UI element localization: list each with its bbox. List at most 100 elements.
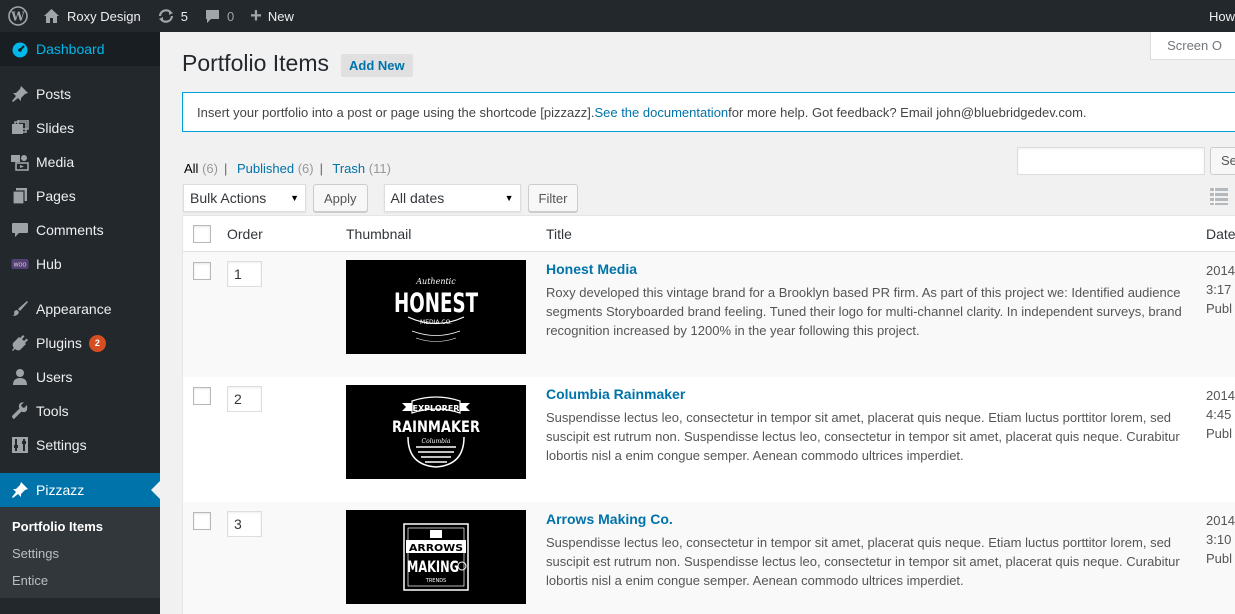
- sidebar-item-users[interactable]: Users: [0, 360, 160, 394]
- order-cell: 1: [227, 252, 346, 377]
- sidebar-item-comments[interactable]: Comments: [0, 213, 160, 247]
- thumbnail-image[interactable]: Authentic HONEST MEDIA CO.: [346, 260, 526, 354]
- wrench-icon: [10, 401, 30, 421]
- sidebar-item-plugins[interactable]: Plugins 2: [0, 326, 160, 360]
- column-header-title[interactable]: Title: [546, 226, 1206, 242]
- column-header-thumbnail: Thumbnail: [346, 225, 412, 242]
- filter-trash-count: (11): [368, 161, 391, 176]
- home-icon: [43, 8, 60, 24]
- date-value: 2014: [1206, 263, 1235, 278]
- date-cell: 2014 4:45 Publ: [1206, 377, 1235, 502]
- row-checkbox[interactable]: [193, 387, 211, 405]
- table-row: 3 ARROWS MAKING TRENDS Arrows Making Co.…: [183, 502, 1235, 614]
- search-button[interactable]: Se: [1210, 147, 1235, 175]
- bulk-actions-value: Bulk Actions: [190, 190, 267, 206]
- updates-link[interactable]: 5: [149, 0, 196, 32]
- add-new-button[interactable]: Add New: [341, 53, 413, 77]
- sidebar-item-label: Posts: [36, 86, 72, 102]
- status-value: Publ: [1206, 426, 1233, 441]
- logo-main-text: MAKING: [407, 557, 459, 576]
- sidebar-item-settings[interactable]: Settings: [0, 428, 160, 462]
- column-header-order[interactable]: Order: [227, 226, 346, 242]
- select-all-checkbox[interactable]: [193, 224, 211, 243]
- title-cell: Columbia Rainmaker Suspendisse lectus le…: [546, 377, 1206, 502]
- date-value: 2014: [1206, 513, 1235, 528]
- row-checkbox[interactable]: [193, 262, 211, 280]
- sidebar-item-media[interactable]: Media: [0, 145, 160, 179]
- arrows-making-logo: ARROWS MAKING TRENDS: [403, 523, 469, 591]
- filter-button[interactable]: Filter: [527, 184, 579, 212]
- page-heading: Portfolio Items Add New: [182, 50, 413, 77]
- list-view-icon[interactable]: [1210, 187, 1228, 208]
- sidebar-item-dashboard[interactable]: Dashboard: [0, 32, 160, 66]
- admin-bar: W Roxy Design 5 0 + New How: [0, 0, 1235, 32]
- filter-published-link[interactable]: Published: [237, 161, 294, 176]
- thumbnail-image[interactable]: EXPLORER RAINMAKER Columbia: [346, 385, 526, 479]
- time-value: 3:17: [1206, 282, 1232, 297]
- filter-trash-link[interactable]: Trash: [332, 161, 365, 176]
- portfolio-title-link[interactable]: Honest Media: [546, 261, 1196, 277]
- bulk-actions-select[interactable]: Bulk Actions ▼: [183, 184, 306, 212]
- column-header-date[interactable]: Date: [1206, 226, 1235, 242]
- dates-select[interactable]: All dates ▼: [383, 184, 521, 212]
- screen-options-button[interactable]: Screen O: [1150, 32, 1235, 60]
- page-title: Portfolio Items: [182, 50, 329, 76]
- logo-top-text: EXPLORER: [413, 404, 460, 413]
- sidebar-item-label: Slides: [36, 120, 75, 136]
- row-checkbox-cell: [183, 502, 227, 614]
- submenu-item-entice[interactable]: Entice: [0, 567, 160, 594]
- wordpress-logo-icon[interactable]: W: [0, 0, 35, 32]
- title-cell: Arrows Making Co. Suspendisse lectus leo…: [546, 502, 1206, 614]
- documentation-link[interactable]: See the documentation: [594, 105, 728, 120]
- order-input[interactable]: 2: [227, 386, 262, 412]
- apply-button[interactable]: Apply: [313, 184, 368, 212]
- sidebar-item-appearance[interactable]: Appearance: [0, 292, 160, 326]
- portfolio-description: Roxy developed this vintage brand for a …: [546, 285, 1182, 338]
- submenu-item-settings[interactable]: Settings: [0, 540, 160, 567]
- thumbnail-image[interactable]: ARROWS MAKING TRENDS: [346, 510, 526, 604]
- sidebar-item-posts[interactable]: Posts: [0, 77, 160, 111]
- dashboard-icon: [10, 39, 30, 59]
- woo-icon: WOO: [10, 254, 30, 274]
- sidebar-item-label: Pizzazz: [36, 482, 85, 498]
- updates-count: 5: [180, 8, 188, 24]
- order-cell: 3: [227, 502, 346, 614]
- sidebar-item-label: Appearance: [36, 301, 112, 317]
- order-input[interactable]: 3: [227, 511, 262, 537]
- sidebar-item-tools[interactable]: Tools: [0, 394, 160, 428]
- filter-published-count: (6): [297, 161, 314, 176]
- search-input[interactable]: [1017, 147, 1205, 175]
- menu-separator: [0, 462, 160, 473]
- new-label: New: [267, 8, 294, 24]
- comments-link[interactable]: 0: [196, 0, 242, 32]
- submenu-item-portfolio-items[interactable]: Portfolio Items: [0, 513, 160, 540]
- sidebar-item-slides[interactable]: Slides: [0, 111, 160, 145]
- table-header: Order Thumbnail Title Date: [183, 216, 1235, 252]
- sidebar-item-label: Users: [36, 369, 73, 385]
- portfolio-description: Suspendisse lectus leo, consectetur in t…: [546, 535, 1180, 588]
- dates-value: All dates: [390, 190, 445, 206]
- site-name-link[interactable]: Roxy Design: [35, 0, 149, 32]
- filter-all-link[interactable]: All: [184, 161, 198, 176]
- portfolio-title-link[interactable]: Columbia Rainmaker: [546, 386, 1196, 402]
- portfolio-title-link[interactable]: Arrows Making Co.: [546, 511, 1196, 527]
- sidebar-item-hub[interactable]: WOO Hub: [0, 247, 160, 281]
- table-nav: Bulk Actions ▼ Apply All dates ▼ Filter: [183, 184, 579, 212]
- portfolio-description: Suspendisse lectus leo, consectetur in t…: [546, 410, 1180, 463]
- sidebar-item-pages[interactable]: Pages: [0, 179, 160, 213]
- howdy-account-link[interactable]: How: [1201, 0, 1235, 32]
- sidebar-item-label: Tools: [36, 403, 69, 419]
- logo-sub-text: TRENDS: [425, 578, 446, 584]
- thumbnail-cell: EXPLORER RAINMAKER Columbia: [346, 377, 546, 502]
- order-input[interactable]: 1: [227, 261, 262, 287]
- thumbnail-cell: ARROWS MAKING TRENDS: [346, 502, 546, 614]
- filter-separator: |: [319, 161, 323, 176]
- sidebar-item-pizzazz[interactable]: Pizzazz: [0, 473, 160, 507]
- admin-sidebar: Dashboard Posts Slides Media Pages Comme…: [0, 32, 160, 614]
- row-checkbox[interactable]: [193, 512, 211, 530]
- new-content-link[interactable]: + New: [242, 0, 302, 32]
- svg-text:WOO: WOO: [14, 263, 27, 269]
- date-value: 2014: [1206, 388, 1235, 403]
- status-filter-links: All (6) | Published (6) | Trash (11): [184, 161, 391, 176]
- plugins-update-badge: 2: [88, 334, 106, 352]
